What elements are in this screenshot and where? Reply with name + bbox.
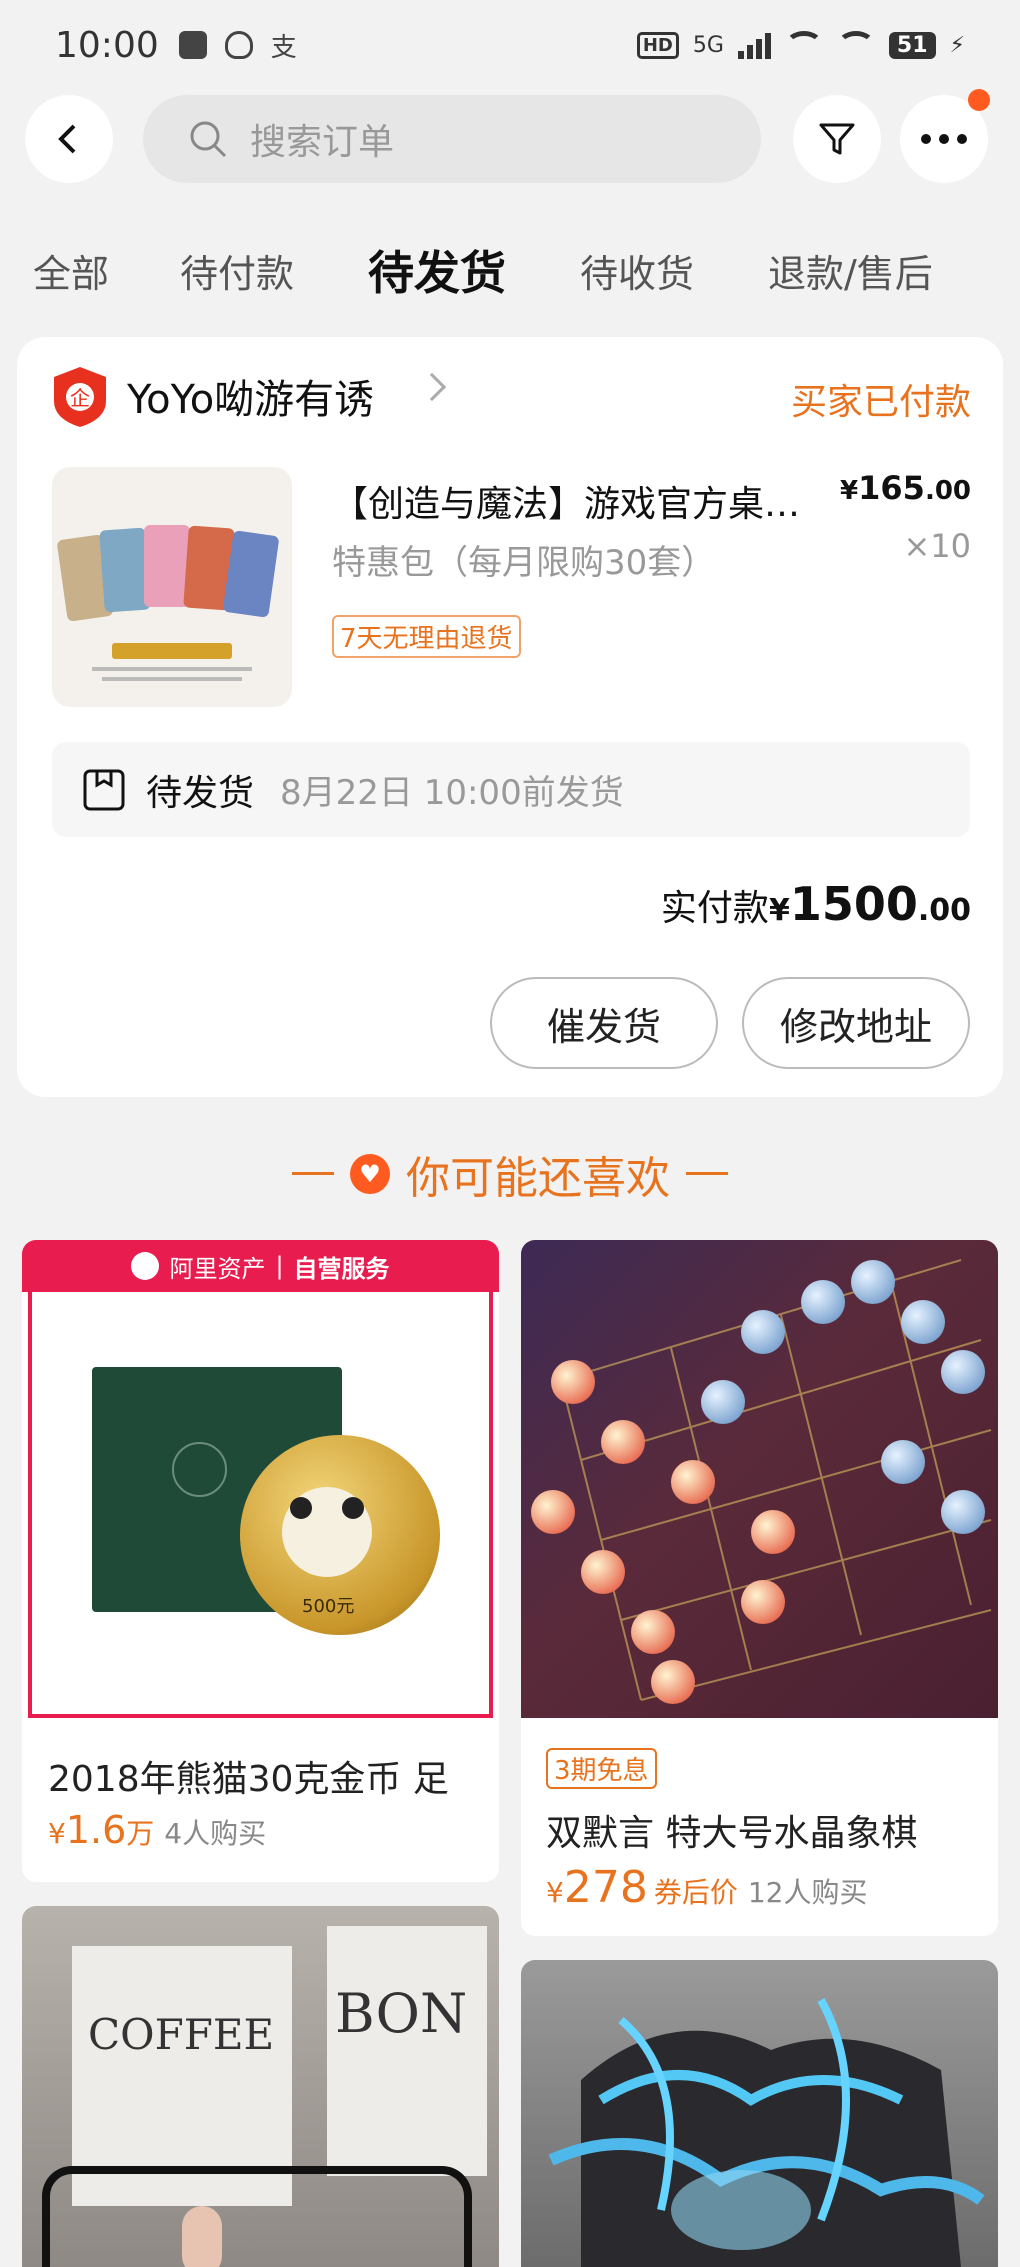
installment-tag: 3期免息 xyxy=(546,1748,657,1789)
hd-icon: HD xyxy=(636,31,679,59)
banner-separator: | xyxy=(275,1252,284,1280)
product-card[interactable]: 3期免息 双默言 特大号水晶象棋 ¥278 券后价 12人购买 xyxy=(521,1240,998,1936)
ali-logo-icon xyxy=(131,1252,160,1280)
glasses-frame xyxy=(42,2166,472,2267)
status-time: 10:00 xyxy=(55,24,159,66)
chevron-right-icon[interactable] xyxy=(417,372,447,402)
search-bar[interactable]: 搜索订单 xyxy=(143,95,761,183)
battery-icon: 51 xyxy=(888,31,936,59)
sign-bon: BON xyxy=(327,1926,487,2176)
alipay-icon: 支 xyxy=(270,32,297,63)
divider-left xyxy=(292,1172,334,1175)
order-tabs: 全部 待付款 待发货 待收货 退款/售后 xyxy=(0,230,1020,310)
search-icon xyxy=(190,121,227,158)
order-card: 企 YoYo呦游有诱 买家已付款 【创造与魔法】游戏官方桌游卡牌 特惠包（每月限… xyxy=(17,337,1003,1097)
product-thumbnail[interactable] xyxy=(52,467,292,707)
filter-button[interactable] xyxy=(793,95,881,183)
product-price: ¥278 券后价 12人购买 xyxy=(546,1862,868,1913)
product-title: 2018年熊猫30克金币 足 xyxy=(48,1759,449,1800)
product-card[interactable]: 阿里资产 | 自营服务 500元 2018年熊猫30克金币 足 ¥1.6万 4人购… xyxy=(22,1240,499,1882)
package-icon xyxy=(83,769,125,810)
status-bar: 10:00 支 HD 5G 51 ⚡ xyxy=(0,0,1020,90)
tab-pending-receipt[interactable]: 待收货 xyxy=(580,243,694,298)
ali-assets-banner: 阿里资产 | 自营服务 xyxy=(22,1240,499,1292)
product-price: ¥165.00 xyxy=(840,469,971,507)
coin-value: 500元 xyxy=(302,1596,355,1617)
charging-icon: ⚡ xyxy=(949,32,965,58)
change-address-button[interactable]: 修改地址 xyxy=(742,977,970,1069)
shipping-deadline: 8月22日 10:00前发货 xyxy=(280,773,624,813)
product-title[interactable]: 【创造与魔法】游戏官方桌游卡牌 xyxy=(332,475,832,527)
sign-text-2: BON xyxy=(335,1982,468,2045)
shop-logo-icon[interactable]: 企 xyxy=(52,365,108,429)
signal-icon xyxy=(737,31,771,59)
product-price: ¥1.6万 4人购买 xyxy=(48,1808,267,1852)
svg-text:企: 企 xyxy=(70,386,90,410)
filter-icon xyxy=(819,123,855,155)
banner-brand: 阿里资产 xyxy=(169,1254,266,1283)
network-type: 5G xyxy=(692,32,724,58)
notification-dot xyxy=(968,89,990,111)
divider-right xyxy=(686,1172,728,1175)
total-paid: 实付款¥1500.00 xyxy=(660,877,971,931)
product-title: 双默言 特大号水晶象棋 xyxy=(546,1813,918,1854)
product-image[interactable] xyxy=(521,1240,998,1718)
tab-pending-payment[interactable]: 待付款 xyxy=(180,243,294,298)
chevron-left-icon xyxy=(58,124,76,154)
wifi-icon xyxy=(784,31,823,59)
tab-all[interactable]: 全部 xyxy=(33,243,109,298)
product-image[interactable]: 500元 xyxy=(28,1292,493,1718)
product-card[interactable] xyxy=(521,1960,998,2267)
order-status: 买家已付款 xyxy=(790,382,971,423)
wifi-icon-2 xyxy=(836,31,875,59)
sign-text-1: COFFEE xyxy=(88,2010,275,2059)
product-spec: 特惠包（每月限购30套） xyxy=(332,543,716,583)
return-policy-tag: 7天无理由退货 xyxy=(332,615,521,658)
app-notification-icon xyxy=(178,31,207,59)
banner-service: 自营服务 xyxy=(293,1254,390,1283)
qq-icon xyxy=(224,31,253,59)
sneaker-image xyxy=(548,1998,985,2267)
header: 搜索订单 xyxy=(0,89,1020,185)
search-input[interactable]: 搜索订单 xyxy=(250,113,394,165)
heart-icon: ♥ xyxy=(350,1153,390,1194)
more-icon xyxy=(921,134,967,144)
more-button[interactable] xyxy=(900,89,990,183)
remind-shipment-button[interactable]: 催发货 xyxy=(490,977,718,1069)
recommend-title: 你可能还喜欢 xyxy=(406,1152,670,1204)
product-quantity: ×10 xyxy=(903,527,971,565)
tab-pending-shipment[interactable]: 待发货 xyxy=(368,237,506,303)
shop-name[interactable]: YoYo呦游有诱 xyxy=(127,367,374,425)
shipping-info[interactable]: 待发货 8月22日 10:00前发货 xyxy=(52,742,970,837)
tab-refund[interactable]: 退款/售后 xyxy=(768,243,933,298)
product-card[interactable]: COFFEE BON xyxy=(22,1906,499,2267)
back-button[interactable] xyxy=(25,95,113,183)
recommend-header: ♥ 你可能还喜欢 xyxy=(0,1135,1020,1206)
shipping-status: 待发货 xyxy=(146,772,255,814)
